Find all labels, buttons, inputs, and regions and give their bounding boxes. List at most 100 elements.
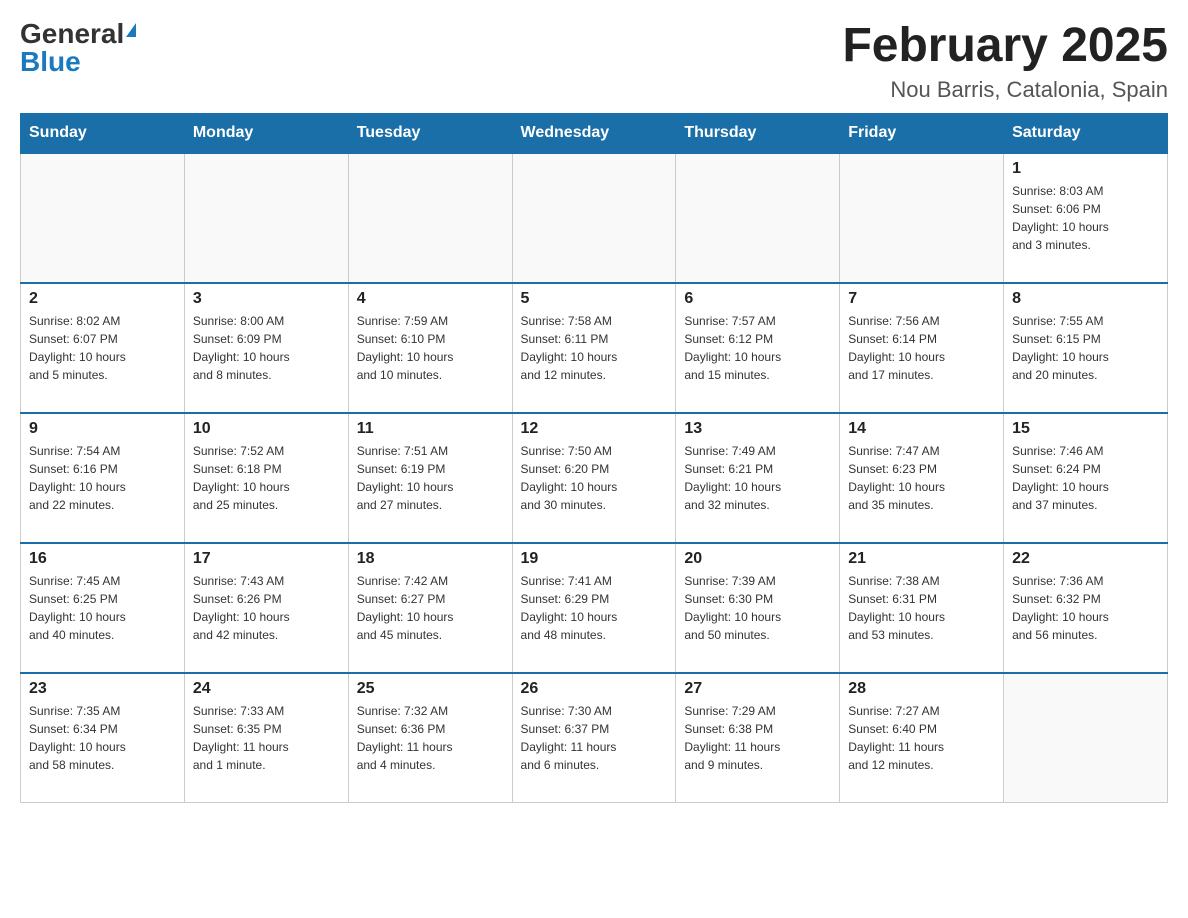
week-row-1: 1Sunrise: 8:03 AM Sunset: 6:06 PM Daylig… [21,153,1168,283]
logo-general: General [20,20,124,48]
day-info: Sunrise: 8:02 AM Sunset: 6:07 PM Dayligh… [29,312,176,384]
week-row-2: 2 Sunrise: 8:02 AM Sunset: 6:07 PM Daylig… [21,283,1168,413]
day-number: 26 [521,680,668,698]
calendar-cell: 1Sunrise: 8:03 AM Sunset: 6:06 PM Daylig… [1004,153,1168,283]
day-info: Sunrise: 7:59 AM Sunset: 6:10 PM Dayligh… [357,312,504,384]
day-info: Sunrise: 7:56 AM Sunset: 6:14 PM Dayligh… [848,312,995,384]
day-info: Sunrise: 7:33 AM Sunset: 6:35 PM Dayligh… [193,702,340,774]
day-number: 14 [848,420,995,438]
calendar-cell [21,153,185,283]
calendar-cell: 15 Sunrise: 7:46 AM Sunset: 6:24 PM Dayli… [1004,413,1168,543]
calendar-cell: 13 Sunrise: 7:49 AM Sunset: 6:21 PM Dayli… [676,413,840,543]
page-header: General Blue February 2025 Nou Barris, C… [20,20,1168,103]
day-info: Sunrise: 7:35 AM Sunset: 6:34 PM Dayligh… [29,702,176,774]
day-info: Sunrise: 7:46 AM Sunset: 6:24 PM Dayligh… [1012,442,1159,514]
day-number: 7 [848,290,995,308]
day-number: 4 [357,290,504,308]
day-info: Sunrise: 7:32 AM Sunset: 6:36 PM Dayligh… [357,702,504,774]
day-info: Sunrise: 7:38 AM Sunset: 6:31 PM Dayligh… [848,572,995,644]
day-info: Sunrise: 7:45 AM Sunset: 6:25 PM Dayligh… [29,572,176,644]
calendar-cell: 16 Sunrise: 7:45 AM Sunset: 6:25 PM Dayli… [21,543,185,673]
calendar-cell: 19Sunrise: 7:41 AM Sunset: 6:29 PM Dayli… [512,543,676,673]
day-info: Sunrise: 7:41 AM Sunset: 6:29 PM Dayligh… [521,572,668,644]
calendar-cell: 24 Sunrise: 7:33 AM Sunset: 6:35 PM Dayli… [184,673,348,803]
day-info: Sunrise: 7:29 AM Sunset: 6:38 PM Dayligh… [684,702,831,774]
day-number: 8 [1012,290,1159,308]
day-number: 15 [1012,420,1159,438]
day-number: 10 [193,420,340,438]
day-number: 23 [29,680,176,698]
day-number: 18 [357,550,504,568]
calendar-cell: 3 Sunrise: 8:00 AM Sunset: 6:09 PM Daylig… [184,283,348,413]
calendar-cell: 10Sunrise: 7:52 AM Sunset: 6:18 PM Dayli… [184,413,348,543]
day-number: 17 [193,550,340,568]
calendar-cell: 17Sunrise: 7:43 AM Sunset: 6:26 PM Dayli… [184,543,348,673]
week-row-4: 16 Sunrise: 7:45 AM Sunset: 6:25 PM Dayli… [21,543,1168,673]
calendar-cell [512,153,676,283]
day-info: Sunrise: 7:55 AM Sunset: 6:15 PM Dayligh… [1012,312,1159,384]
logo-arrow-icon [126,23,136,37]
calendar-cell: 11Sunrise: 7:51 AM Sunset: 6:19 PM Dayli… [348,413,512,543]
calendar-cell: 6Sunrise: 7:57 AM Sunset: 6:12 PM Daylig… [676,283,840,413]
day-number: 16 [29,550,176,568]
weekday-header-monday: Monday [184,113,348,153]
weekday-header-thursday: Thursday [676,113,840,153]
day-number: 22 [1012,550,1159,568]
calendar-cell [840,153,1004,283]
calendar-cell: 20 Sunrise: 7:39 AM Sunset: 6:30 PM Dayli… [676,543,840,673]
day-number: 12 [521,420,668,438]
week-row-5: 23 Sunrise: 7:35 AM Sunset: 6:34 PM Dayli… [21,673,1168,803]
day-info: Sunrise: 7:30 AM Sunset: 6:37 PM Dayligh… [521,702,668,774]
calendar-cell: 2 Sunrise: 8:02 AM Sunset: 6:07 PM Daylig… [21,283,185,413]
day-info: Sunrise: 7:39 AM Sunset: 6:30 PM Dayligh… [684,572,831,644]
day-number: 2 [29,290,176,308]
calendar-cell: 8 Sunrise: 7:55 AM Sunset: 6:15 PM Daylig… [1004,283,1168,413]
calendar-cell: 23 Sunrise: 7:35 AM Sunset: 6:34 PM Dayli… [21,673,185,803]
weekday-header-wednesday: Wednesday [512,113,676,153]
day-info: Sunrise: 8:00 AM Sunset: 6:09 PM Dayligh… [193,312,340,384]
calendar-cell: 26 Sunrise: 7:30 AM Sunset: 6:37 PM Dayli… [512,673,676,803]
calendar-cell: 14 Sunrise: 7:47 AM Sunset: 6:23 PM Dayli… [840,413,1004,543]
calendar-cell: 25 Sunrise: 7:32 AM Sunset: 6:36 PM Dayli… [348,673,512,803]
day-info: Sunrise: 7:58 AM Sunset: 6:11 PM Dayligh… [521,312,668,384]
day-info: Sunrise: 7:50 AM Sunset: 6:20 PM Dayligh… [521,442,668,514]
day-number: 21 [848,550,995,568]
day-number: 9 [29,420,176,438]
day-number: 28 [848,680,995,698]
calendar-cell: 5Sunrise: 7:58 AM Sunset: 6:11 PM Daylig… [512,283,676,413]
day-info: Sunrise: 7:42 AM Sunset: 6:27 PM Dayligh… [357,572,504,644]
calendar-cell [676,153,840,283]
day-number: 20 [684,550,831,568]
calendar-cell [184,153,348,283]
day-number: 1 [1012,160,1159,178]
day-number: 3 [193,290,340,308]
logo: General Blue [20,20,136,76]
calendar-cell: 9 Sunrise: 7:54 AM Sunset: 6:16 PM Daylig… [21,413,185,543]
day-number: 13 [684,420,831,438]
day-info: Sunrise: 7:36 AM Sunset: 6:32 PM Dayligh… [1012,572,1159,644]
weekday-header-row: SundayMondayTuesdayWednesdayThursdayFrid… [21,113,1168,153]
week-row-3: 9 Sunrise: 7:54 AM Sunset: 6:16 PM Daylig… [21,413,1168,543]
day-info: Sunrise: 7:47 AM Sunset: 6:23 PM Dayligh… [848,442,995,514]
title-section: February 2025 Nou Barris, Catalonia, Spa… [842,20,1168,103]
calendar-cell: 12 Sunrise: 7:50 AM Sunset: 6:20 PM Dayli… [512,413,676,543]
location: Nou Barris, Catalonia, Spain [842,77,1168,103]
day-number: 24 [193,680,340,698]
weekday-header-tuesday: Tuesday [348,113,512,153]
calendar-cell: 22 Sunrise: 7:36 AM Sunset: 6:32 PM Dayli… [1004,543,1168,673]
calendar-cell [348,153,512,283]
calendar-table: SundayMondayTuesdayWednesdayThursdayFrid… [20,113,1168,804]
day-number: 6 [684,290,831,308]
weekday-header-friday: Friday [840,113,1004,153]
weekday-header-saturday: Saturday [1004,113,1168,153]
calendar-cell: 7 Sunrise: 7:56 AM Sunset: 6:14 PM Daylig… [840,283,1004,413]
day-info: Sunrise: 7:49 AM Sunset: 6:21 PM Dayligh… [684,442,831,514]
day-number: 27 [684,680,831,698]
calendar-cell: 28Sunrise: 7:27 AM Sunset: 6:40 PM Dayli… [840,673,1004,803]
logo-blue: Blue [20,48,81,76]
day-number: 25 [357,680,504,698]
day-info: Sunrise: 7:54 AM Sunset: 6:16 PM Dayligh… [29,442,176,514]
month-title: February 2025 [842,20,1168,73]
weekday-header-sunday: Sunday [21,113,185,153]
calendar-cell: 18 Sunrise: 7:42 AM Sunset: 6:27 PM Dayli… [348,543,512,673]
